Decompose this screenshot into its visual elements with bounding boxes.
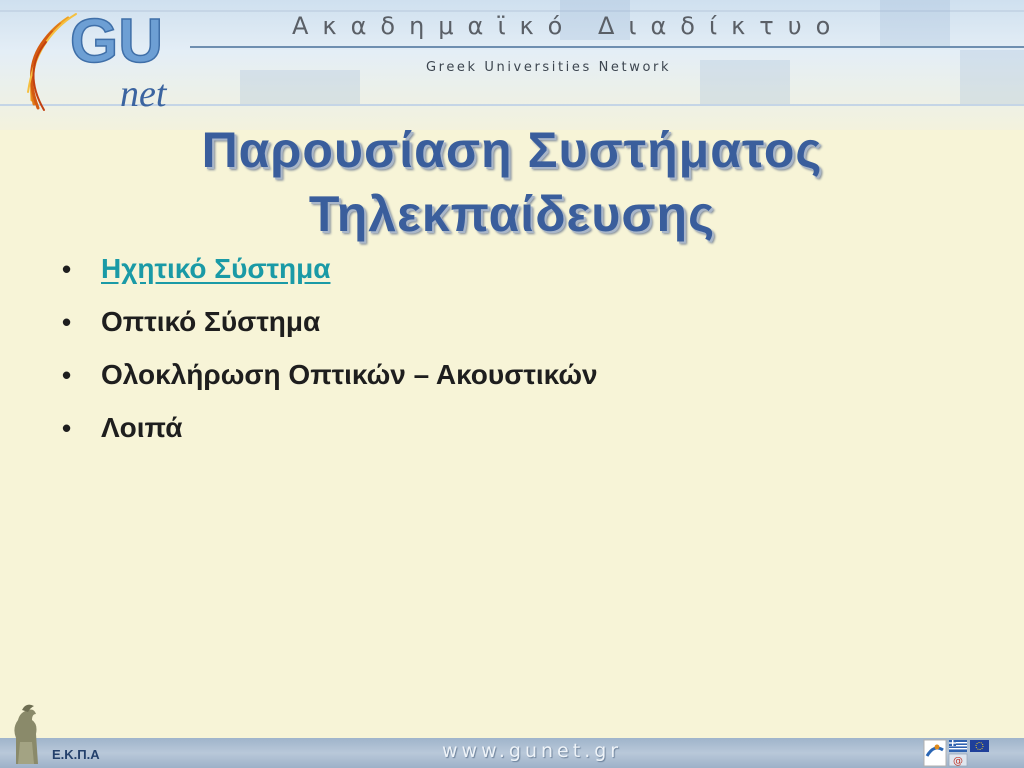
greek-flag-icon bbox=[949, 740, 967, 752]
slide-title: Παρουσίαση Συστήματος Τηλεκπαίδευσης bbox=[60, 118, 964, 246]
eu-flag-icon bbox=[970, 740, 989, 752]
logo-primary: GU bbox=[70, 7, 163, 76]
bullet-glyph: • bbox=[62, 360, 72, 390]
slide: Ακαδημαϊκό Διαδίκτυο Greek Universities … bbox=[0, 0, 1024, 768]
svg-text:@: @ bbox=[953, 756, 963, 767]
bullet-label: Λοιπά bbox=[101, 412, 183, 443]
bullet-glyph: • bbox=[62, 413, 72, 443]
email-at-icon: @ bbox=[948, 753, 968, 767]
footer-badges: @ bbox=[923, 739, 989, 767]
audio-system-link[interactable]: Ηχητικό Σύστημα bbox=[101, 248, 330, 290]
footer-organization: Ε.Κ.Π.Α bbox=[52, 747, 100, 762]
header-divider bbox=[190, 46, 1024, 48]
gunet-logo: GU net bbox=[27, 6, 168, 114]
header-subtitle: Greek Universities Network bbox=[426, 60, 672, 75]
athena-statue-icon bbox=[14, 704, 38, 764]
header-title: Ακαδημαϊκό Διαδίκτυο bbox=[292, 12, 845, 40]
bullet-label: Ολοκλήρωση Οπτικών – Ακουστικών bbox=[101, 359, 598, 390]
program-badge-icon bbox=[923, 739, 947, 767]
slide-title-line-1: Παρουσίαση Συστήματος bbox=[201, 122, 823, 178]
bullet-label: Οπτικό Σύστημα bbox=[101, 306, 321, 337]
logo-secondary: net bbox=[120, 73, 168, 114]
slide-title-line-2: Τηλεκπαίδευσης bbox=[308, 186, 716, 242]
bullet-glyph: • bbox=[62, 307, 72, 337]
bullet-glyph: • bbox=[62, 254, 72, 284]
footer-url: www.gunet.gr bbox=[442, 740, 623, 762]
